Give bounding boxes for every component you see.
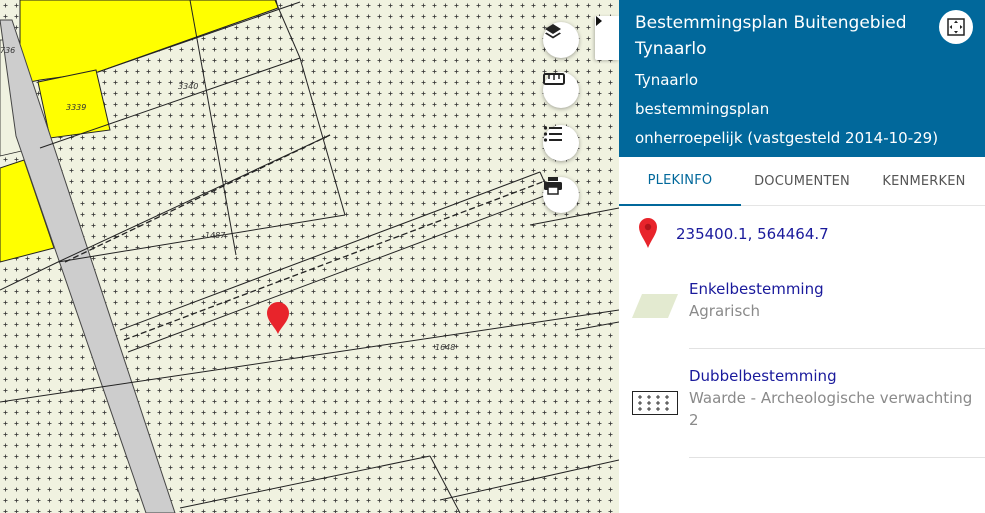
coordinates-link[interactable]: 235400.1, 564464.7: [676, 225, 829, 243]
map-view[interactable]: 736 3339 3340 1487 1648: [0, 0, 619, 513]
dubbelbestemming-value: Waarde - Archeologische verwachting 2: [689, 389, 973, 429]
print-button[interactable]: [543, 177, 579, 213]
layers-icon: [545, 24, 561, 39]
printer-icon: [544, 177, 562, 195]
enkelbestemming-entry: Enkelbestemming Agrarisch: [619, 278, 985, 349]
legend-button[interactable]: [543, 125, 579, 161]
layers-button[interactable]: [543, 22, 579, 58]
list-icon: [543, 126, 562, 142]
tab-plekinfo[interactable]: PLEKINFO: [619, 157, 741, 206]
collapse-panel-button[interactable]: [595, 16, 619, 60]
parcel-number-1648: 1648: [435, 343, 455, 352]
info-panel: Bestemmingsplan Buitengebied Tynaarlo Ty…: [619, 0, 985, 513]
caret-right-icon: [596, 16, 602, 26]
fullscreen-icon: [947, 18, 965, 36]
map-canvas[interactable]: 736 3339 3340 1487 1648: [0, 0, 619, 513]
agrarisch-swatch-icon: [632, 294, 678, 318]
dubbelbestemming-link[interactable]: Dubbelbestemming: [689, 365, 837, 387]
fullscreen-button[interactable]: [939, 10, 973, 44]
map-pin-icon: [639, 218, 657, 248]
archeologie-swatch-icon: [632, 391, 678, 415]
parcel-number-3340: 3340: [178, 82, 198, 91]
parcel-number-3339: 3339: [66, 103, 86, 112]
plan-title: Bestemmingsplan Buitengebied Tynaarlo: [635, 13, 907, 59]
divider: [689, 348, 985, 349]
panel-header: Bestemmingsplan Buitengebied Tynaarlo Ty…: [619, 0, 985, 157]
enkelbestemming-link[interactable]: Enkelbestemming: [689, 278, 824, 300]
coordinate-row: 235400.1, 564464.7: [619, 214, 985, 254]
enkelbestemming-value: Agrarisch: [689, 302, 761, 320]
plan-status: onherroepelijk (vastgesteld 2014-10-29): [635, 129, 939, 147]
tab-documenten[interactable]: DOCUMENTEN: [741, 157, 863, 206]
panel-tabs: PLEKINFO DOCUMENTEN KENMERKEN: [619, 157, 985, 206]
measure-button[interactable]: [543, 72, 579, 108]
parcel-number-1487: 1487: [205, 231, 226, 240]
divider: [689, 457, 985, 458]
plan-municipality: Tynaarlo: [635, 71, 699, 89]
ruler-icon: [543, 73, 565, 85]
dubbelbestemming-entry: Dubbelbestemming Waarde - Archeologische…: [619, 365, 985, 458]
tab-kenmerken[interactable]: KENMERKEN: [863, 157, 985, 206]
parcel-number-736: 736: [0, 46, 15, 55]
plan-type: bestemmingsplan: [635, 100, 770, 118]
